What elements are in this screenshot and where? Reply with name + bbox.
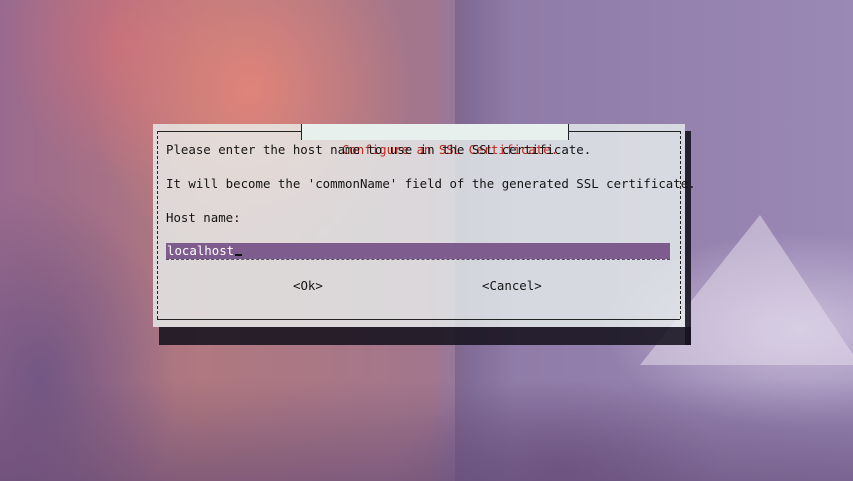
cancel-button[interactable]: <Cancel>	[482, 277, 542, 294]
host-name-input[interactable]: localhost	[166, 243, 670, 259]
wallpaper-ground-shade	[0, 380, 853, 481]
ssl-certificate-dialog: Configure an SSL Certificate. Please ent…	[153, 124, 696, 327]
dialog-title-box: Configure an SSL Certificate.	[301, 124, 570, 157]
dialog-frame-bottom	[157, 319, 680, 320]
ok-button[interactable]: <Ok>	[293, 277, 323, 294]
dialog-frame-left	[157, 131, 158, 319]
dialog-frame-right	[680, 131, 681, 319]
host-name-label: Host name:	[166, 210, 241, 225]
common-name-info-text: It will become the 'commonName' field of…	[166, 176, 696, 191]
host-name-prompt-text: Please enter the host name to use in the…	[166, 142, 592, 157]
host-name-input-underline	[166, 259, 670, 260]
dialog-shadow-right	[685, 131, 691, 345]
dialog-shadow-bottom	[159, 327, 691, 345]
text-cursor	[235, 254, 243, 256]
host-name-value: localhost	[167, 243, 235, 258]
